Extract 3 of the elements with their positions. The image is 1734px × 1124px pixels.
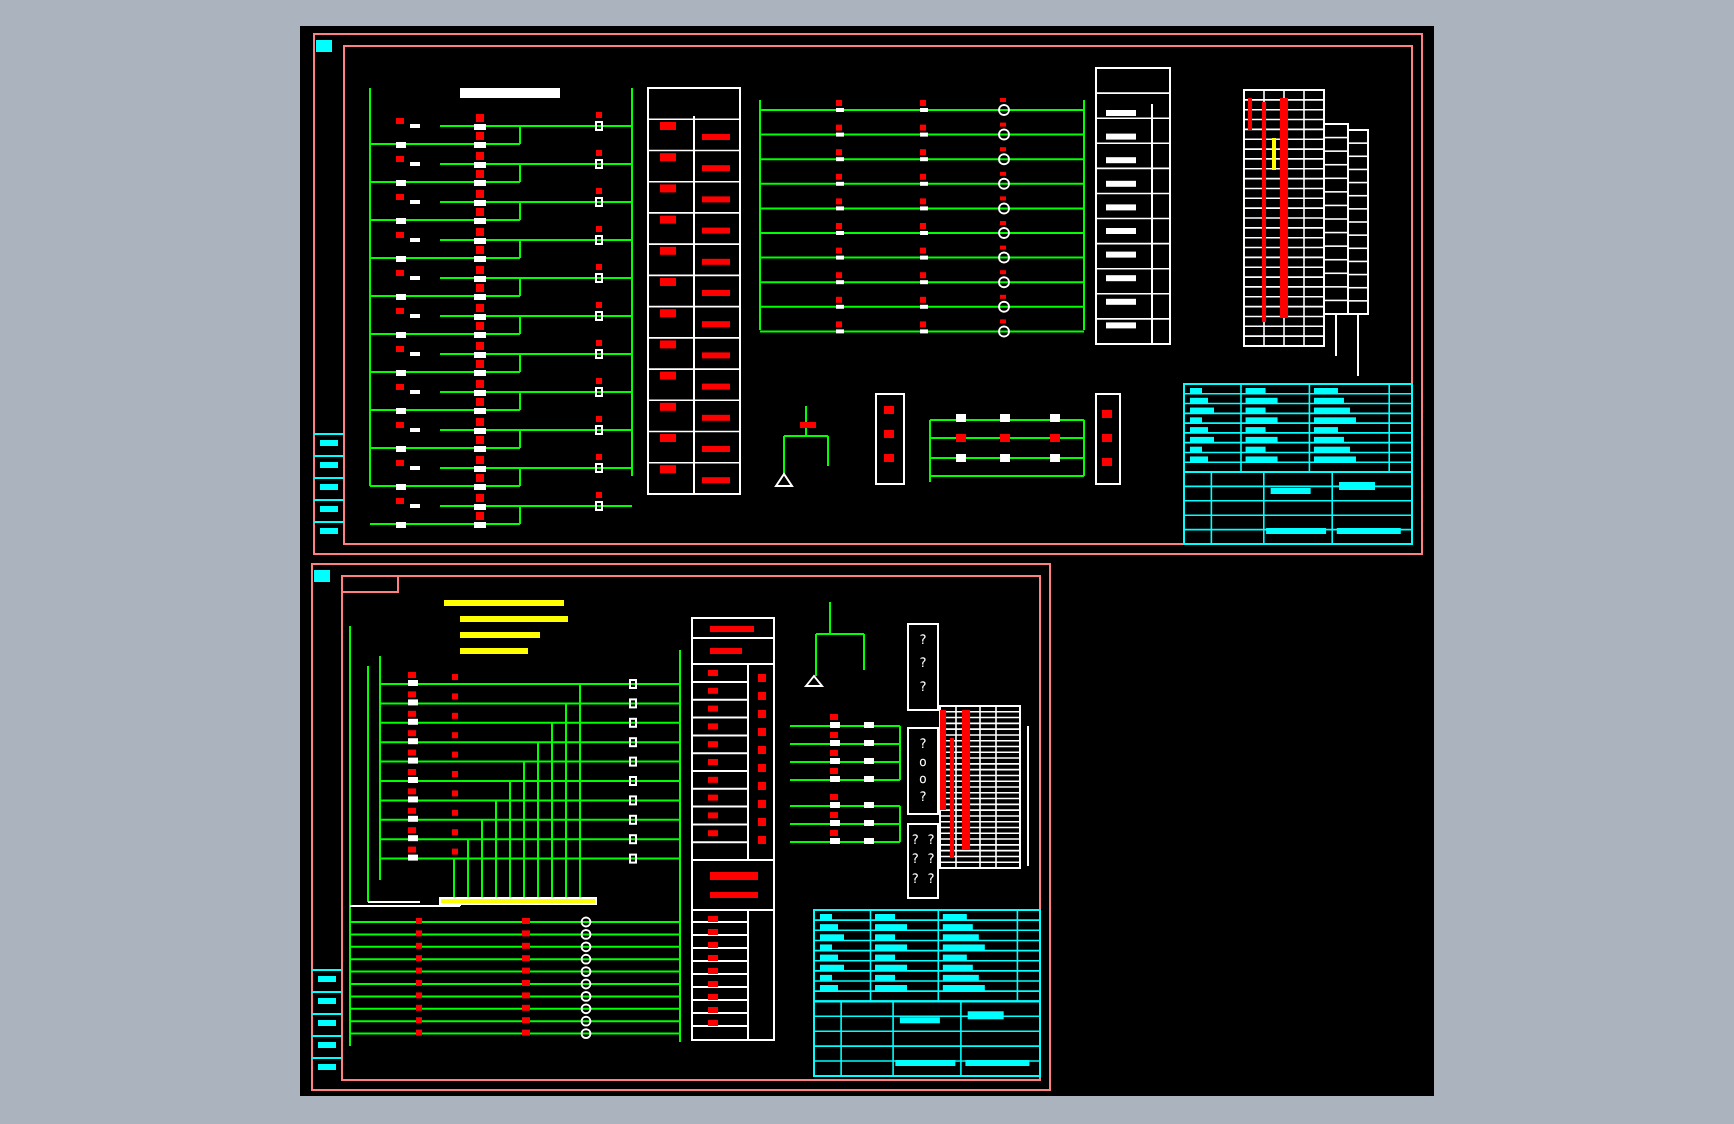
label-frame (907, 727, 939, 815)
label-frame (907, 623, 939, 711)
label-frame (907, 823, 939, 899)
